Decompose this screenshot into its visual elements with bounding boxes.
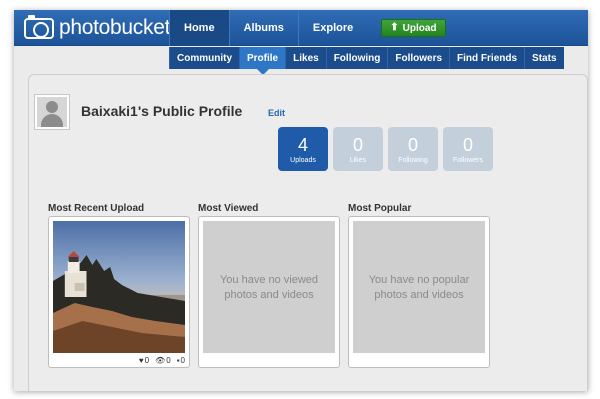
likes-count: ♥ 0 [139,356,149,365]
stat-followers-value: 0 [462,134,473,155]
page-title: Baixaki1's Public Profile [81,103,243,119]
subnav-profile[interactable]: Profile [239,47,286,75]
photobucket-logo[interactable]: photobucket [24,14,171,40]
most-viewed-heading: Most Viewed [198,203,259,214]
profile-stats: 4 Uploads 0 Likes 0 Following 0 Follower… [278,127,493,171]
stat-likes-label: Likes [349,156,367,164]
default-user-icon [37,97,67,127]
subnav-community[interactable]: Community [169,47,239,69]
likes-count-value: 0 [144,356,150,365]
nav-albums[interactable]: Albums [228,10,298,46]
sub-navigation: Community Profile Likes Following Follow… [169,47,564,75]
subnav-likes[interactable]: Likes [285,47,326,69]
stat-likes[interactable]: 0 Likes [333,127,383,171]
most-popular-placeholder: You have no popular photos and videos [353,221,485,353]
comments-count-value: 0 [180,356,185,365]
stat-uploads-label: Uploads [290,156,316,164]
stat-following[interactable]: 0 Following [388,127,438,171]
most-popular-empty-message: You have no popular photos and videos [368,274,470,301]
most-viewed-placeholder: You have no viewed photos and videos [203,221,335,353]
stat-followers-label: Followers [453,156,483,164]
subnav-stats[interactable]: Stats [524,47,563,69]
upload-button-label: Upload [402,22,437,34]
stat-uploads[interactable]: 4 Uploads [278,127,328,171]
eye-icon: 👁 [155,356,166,365]
top-navigation-bar: photobucket Home Albums Explore ⬆ Upload [14,10,588,46]
most-viewed-empty-message: You have no viewed photos and videos [219,274,319,301]
subnav-followers[interactable]: Followers [387,47,449,69]
views-count-value: 0 [166,356,171,365]
most-popular-heading: Most Popular [348,203,412,214]
stat-likes-value: 0 [352,134,363,155]
most-recent-upload-heading: Most Recent Upload [48,203,145,214]
heart-icon: ♥ [138,356,144,365]
stat-following-label: Following [398,156,428,164]
most-recent-upload-card: ♥ 0 👁 0 ▪ 0 [48,216,190,368]
stat-followers[interactable]: 0 Followers [443,127,493,171]
avatar[interactable] [34,94,70,130]
subnav-find-friends[interactable]: Find Friends [449,47,524,69]
stat-uploads-value: 4 [297,134,308,155]
nav-explore[interactable]: Explore [297,10,367,46]
browser-frame: photobucket Home Albums Explore ⬆ Upload… [14,10,588,391]
upload-arrow-icon: ⬆ [390,22,399,33]
nav-home[interactable]: Home [169,10,229,46]
comment-icon: ▪ [176,356,180,365]
brand-name: photobucket [59,16,171,39]
recent-upload-stats: ♥ 0 👁 0 ▪ 0 [139,356,185,365]
main-nav: Home Albums Explore ⬆ Upload [169,10,446,46]
views-count: 👁 0 [155,356,171,365]
camera-icon [24,14,54,39]
subnav-following[interactable]: Following [325,47,388,69]
comments-count: ▪ 0 [177,356,185,365]
most-popular-card: You have no popular photos and videos [348,216,490,368]
edit-profile-link[interactable]: Edit [268,108,285,118]
recent-upload-thumbnail[interactable] [53,221,185,353]
most-viewed-card: You have no viewed photos and videos [198,216,340,368]
upload-button[interactable]: ⬆ Upload [381,19,446,37]
stat-following-value: 0 [407,134,418,155]
lighthouse-photo [53,221,185,353]
